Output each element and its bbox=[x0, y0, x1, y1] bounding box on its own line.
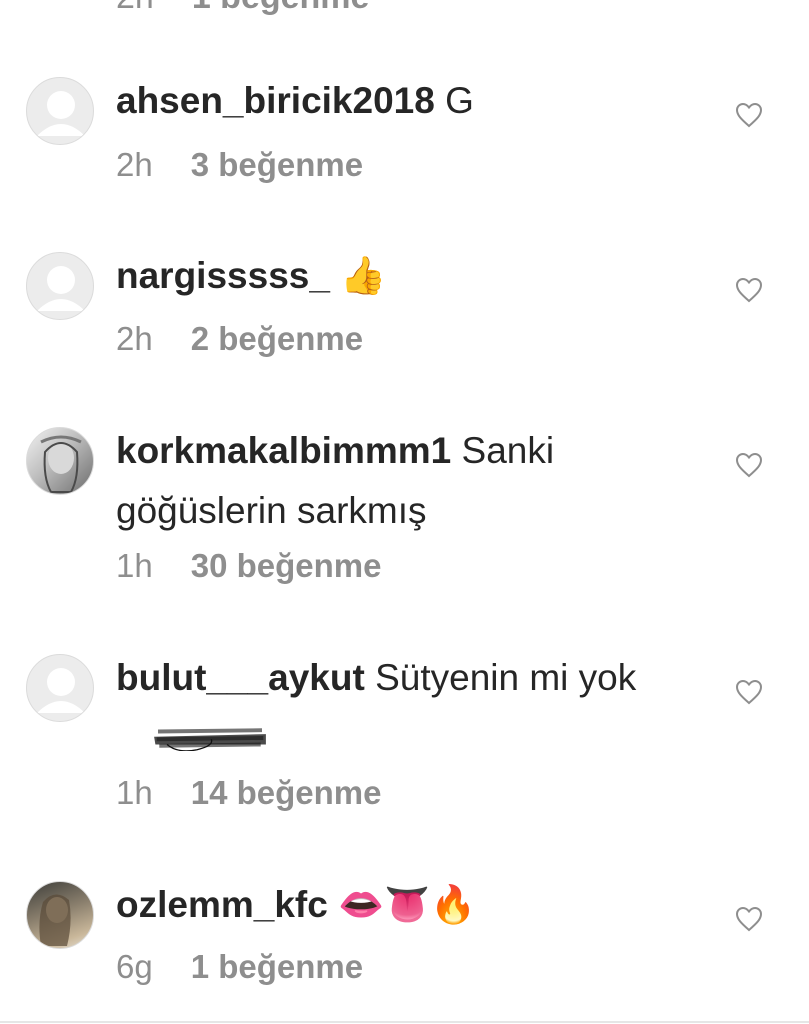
default-avatar-icon bbox=[37, 91, 85, 136]
comment-time: 6g bbox=[116, 948, 153, 985]
heart-icon[interactable] bbox=[735, 452, 763, 478]
comment-likes[interactable]: 1 beğenme bbox=[192, 0, 370, 16]
comment-likes[interactable]: 3 beğenme bbox=[191, 146, 363, 183]
avatar[interactable] bbox=[26, 881, 94, 949]
heart-icon[interactable] bbox=[735, 277, 763, 303]
profile-photo-icon bbox=[40, 435, 82, 493]
heart-icon[interactable] bbox=[735, 906, 763, 932]
avatar[interactable] bbox=[26, 252, 94, 320]
comment-meta: 2h 2 beğenme bbox=[116, 320, 363, 358]
comment-username[interactable]: nargisssss_ bbox=[116, 255, 330, 296]
avatar[interactable] bbox=[26, 427, 94, 495]
comment-username[interactable]: korkmakalbimmm1 bbox=[116, 430, 451, 471]
comment-likes[interactable]: 1 beğenme bbox=[191, 948, 363, 985]
comment-time: 1h bbox=[116, 547, 153, 584]
comment-time: 2h bbox=[116, 0, 154, 16]
heart-icon[interactable] bbox=[735, 102, 763, 128]
comment-body: ozlemm_kfc 👄👅🔥 bbox=[116, 875, 676, 935]
avatar[interactable] bbox=[26, 654, 94, 722]
comment-text: 👍 bbox=[340, 254, 387, 297]
profile-photo-icon bbox=[39, 894, 71, 946]
comment-meta: 2h 3 beğenme bbox=[116, 146, 363, 184]
comment-text: G bbox=[445, 80, 474, 121]
comment-time: 2h bbox=[116, 146, 153, 183]
comment-username[interactable]: bulut___aykut bbox=[116, 657, 365, 698]
avatar[interactable] bbox=[26, 77, 94, 145]
comment-body: nargisssss_ 👍 bbox=[116, 246, 676, 306]
comment-meta: 1h 30 beğenme bbox=[116, 547, 381, 585]
comment-meta: 6g 1 beğenme bbox=[116, 948, 363, 986]
comment-body: korkmakalbimmm1 Sanki göğüslerin sarkmış bbox=[116, 421, 676, 541]
comment-time: 2h bbox=[116, 320, 153, 357]
comment-body: ahsen_biricik2018 G bbox=[116, 71, 676, 131]
comment-text: Sütyenin mi yok bbox=[375, 657, 637, 698]
comment-username[interactable]: ozlemm_kfc bbox=[116, 884, 328, 925]
comment-username[interactable]: ahsen_biricik2018 bbox=[116, 80, 435, 121]
previous-comment-meta: 2h 1 beğenme bbox=[116, 0, 369, 17]
comment-time: 1h bbox=[116, 774, 153, 811]
comment-meta: 1h 14 beğenme bbox=[116, 774, 381, 812]
comment-body: bulut___aykut Sütyenin mi yok bbox=[116, 648, 676, 768]
heart-icon[interactable] bbox=[735, 679, 763, 705]
bottom-divider bbox=[0, 1021, 809, 1023]
default-avatar-icon bbox=[37, 668, 85, 713]
comment-text: 👄👅🔥 bbox=[338, 883, 477, 926]
comment-likes[interactable]: 2 beğenme bbox=[191, 320, 363, 357]
comment-likes[interactable]: 14 beğenme bbox=[191, 774, 382, 811]
default-avatar-icon bbox=[37, 266, 85, 311]
redaction-scribble-icon bbox=[154, 728, 266, 752]
comment-likes[interactable]: 30 beğenme bbox=[191, 547, 382, 584]
